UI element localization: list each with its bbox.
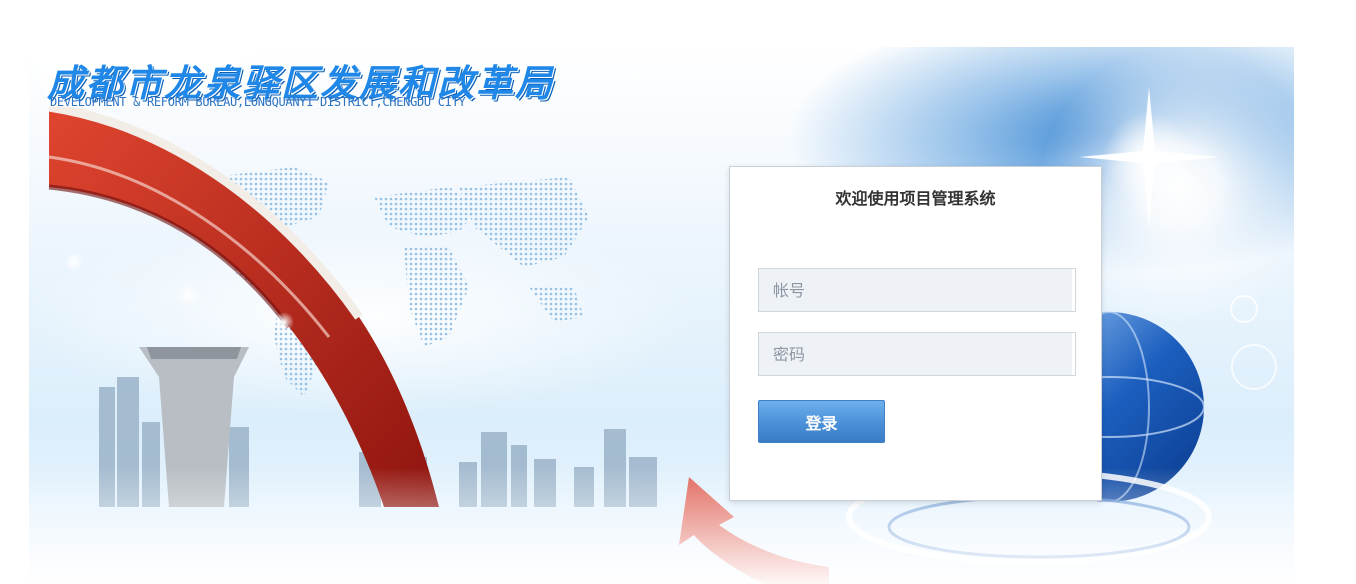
- logo-english-subtitle: DEVELOPMENT & REFORM BUREAU,LONGQUANYI D…: [50, 95, 466, 109]
- login-panel: 欢迎使用项目管理系统 登录: [729, 166, 1102, 501]
- banner: 成都市龙泉驿区发展和改革局 DEVELOPMENT & REFORM BUREA…: [29, 47, 1294, 584]
- banner-artwork: [29, 47, 1294, 584]
- password-input[interactable]: [758, 332, 1076, 376]
- username-input[interactable]: [758, 268, 1076, 312]
- login-title: 欢迎使用项目管理系统: [835, 189, 996, 208]
- login-button[interactable]: 登录: [758, 400, 885, 443]
